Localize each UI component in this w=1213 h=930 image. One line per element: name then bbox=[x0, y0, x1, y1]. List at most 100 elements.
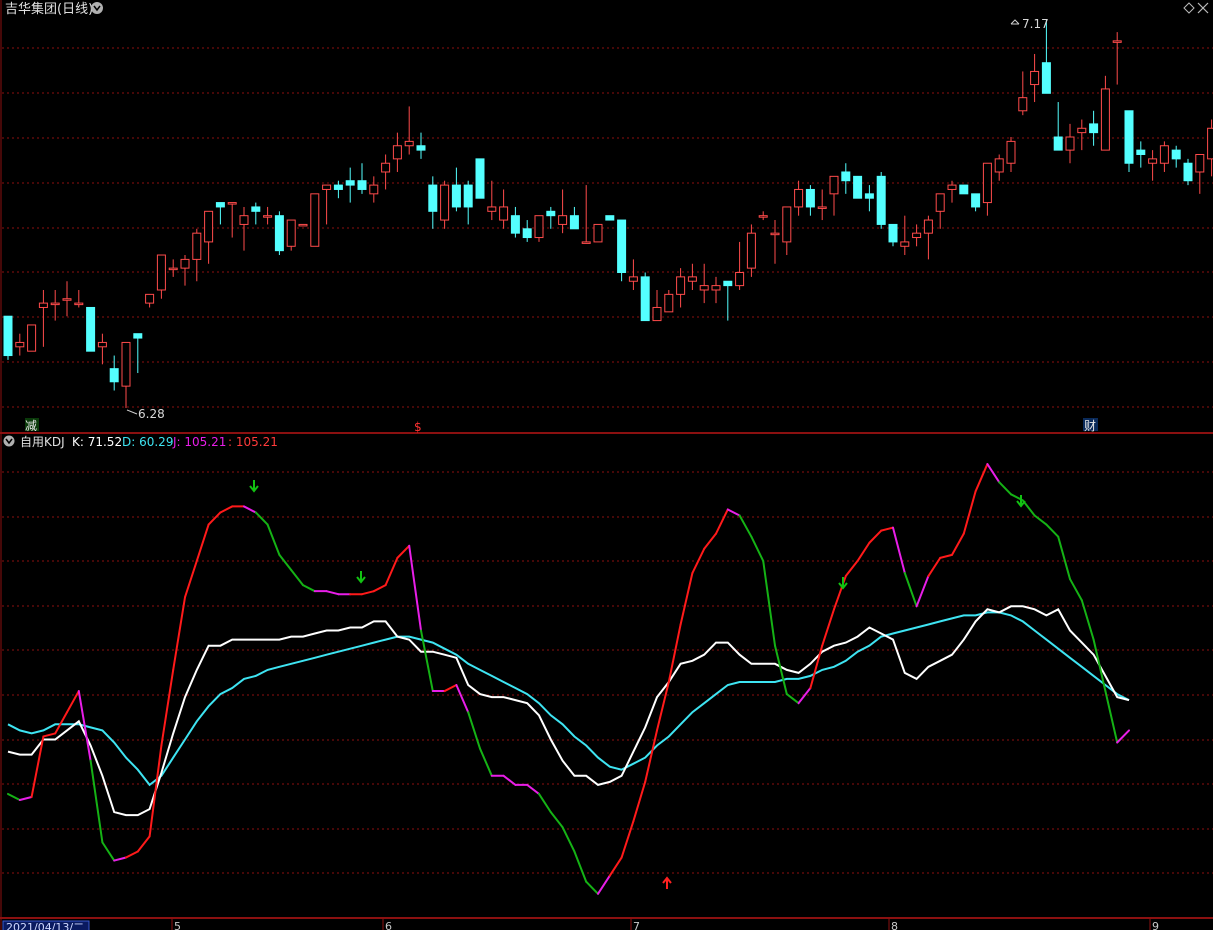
candle-body bbox=[971, 193, 981, 208]
candle-body bbox=[510, 215, 520, 234]
candle-body bbox=[86, 306, 96, 352]
candle-body bbox=[1159, 145, 1169, 164]
candle-body bbox=[735, 272, 745, 287]
candle-body bbox=[912, 232, 922, 239]
candle-body bbox=[794, 188, 804, 208]
candle-body bbox=[440, 184, 450, 221]
j-line-segment bbox=[18, 795, 33, 802]
j-line-segment bbox=[986, 463, 1001, 484]
month-ticks: 5 6 7 8 9 bbox=[171, 918, 1159, 930]
candle-body bbox=[676, 276, 686, 295]
candle-body bbox=[522, 228, 532, 239]
candle-body bbox=[27, 324, 37, 352]
j-line-segment bbox=[1092, 638, 1107, 693]
candle-body bbox=[62, 298, 72, 301]
candle-body bbox=[274, 215, 284, 252]
diamond-icon[interactable] bbox=[1183, 2, 1195, 14]
candle-body bbox=[652, 306, 662, 322]
j-line-segment bbox=[597, 874, 611, 895]
d-value-label: D: 60.29 bbox=[122, 435, 173, 449]
candle-body bbox=[841, 171, 851, 182]
candle-body bbox=[451, 184, 461, 208]
j-line-segment bbox=[549, 811, 564, 829]
candle-body bbox=[1065, 136, 1075, 151]
sell-arrow-2 bbox=[356, 571, 366, 584]
candle-body bbox=[15, 341, 25, 348]
candle-body bbox=[227, 202, 237, 205]
candle-body bbox=[888, 223, 898, 243]
candle-body bbox=[1077, 127, 1087, 134]
candle-body bbox=[381, 162, 391, 173]
extra-value-label: : 105.21 bbox=[228, 435, 278, 449]
j-line-segment bbox=[125, 850, 139, 859]
j-line-segment bbox=[903, 572, 918, 608]
j-line-segment bbox=[136, 835, 151, 853]
candle-body bbox=[251, 206, 261, 212]
j-line-segment bbox=[42, 732, 57, 738]
j-line-segment bbox=[620, 820, 635, 859]
title-dropdown-icon[interactable] bbox=[91, 2, 103, 14]
candle-body bbox=[357, 180, 367, 190]
high-pointer bbox=[1010, 19, 1020, 25]
j-line-segment bbox=[372, 584, 387, 593]
j-line-segment bbox=[679, 572, 694, 626]
candle-body bbox=[1053, 136, 1063, 151]
candle-body bbox=[215, 202, 225, 208]
j-line-segment bbox=[833, 575, 847, 611]
candle-body bbox=[239, 215, 249, 225]
high-price-annotation: 7.17 bbox=[1010, 17, 1049, 31]
j-line-segment bbox=[1116, 729, 1130, 744]
indicator-dropdown-icon[interactable] bbox=[3, 435, 15, 447]
j-line-segment bbox=[113, 856, 127, 862]
j-line-segment bbox=[608, 856, 623, 877]
candle-body bbox=[499, 206, 509, 221]
j-line-segment bbox=[762, 559, 776, 647]
candle-body bbox=[109, 368, 119, 383]
candle-body bbox=[593, 223, 603, 243]
candle-body bbox=[1195, 153, 1205, 173]
stock-chart-canvas: 7.17 6.28 减 $ 财 吉华集团(日线) 自用KDJ K: 71.52 … bbox=[0, 0, 1213, 930]
j-line-segment bbox=[750, 535, 765, 562]
buy-arrow-1 bbox=[662, 876, 672, 889]
j-line-segment bbox=[467, 711, 481, 750]
dollar-marker[interactable]: $ bbox=[414, 420, 422, 434]
candle-body bbox=[1136, 149, 1146, 155]
candle-body bbox=[133, 333, 143, 339]
j-line-segment bbox=[880, 526, 894, 532]
j-line-segment bbox=[420, 629, 434, 693]
candle-body bbox=[168, 267, 178, 271]
month-tick: 8 bbox=[891, 920, 898, 930]
candle-body bbox=[805, 188, 815, 208]
candle-body bbox=[876, 175, 886, 225]
j-line-segment bbox=[573, 850, 588, 883]
candle-body bbox=[1124, 110, 1134, 164]
candle-body bbox=[192, 232, 202, 260]
j-line-segment bbox=[726, 508, 741, 517]
j-line-segment bbox=[325, 590, 340, 596]
candle-body bbox=[1018, 97, 1028, 112]
j-line-segment bbox=[160, 668, 175, 747]
candle-body bbox=[145, 293, 155, 304]
month-tick: 5 bbox=[174, 920, 181, 930]
j-line-segment bbox=[443, 684, 458, 693]
j-line-segment bbox=[54, 711, 68, 735]
jian-marker[interactable]: 减 bbox=[25, 419, 37, 433]
j-line-segment bbox=[868, 529, 883, 544]
candle-body bbox=[1100, 88, 1110, 151]
candle-body bbox=[640, 276, 650, 322]
candlestick-series bbox=[3, 19, 1213, 408]
candle-body bbox=[758, 215, 768, 218]
j-line-segment bbox=[585, 880, 599, 895]
candle-body bbox=[1006, 140, 1016, 164]
candle-body bbox=[770, 232, 780, 236]
j-line-segment bbox=[290, 568, 304, 587]
candle-body bbox=[628, 276, 638, 282]
candle-body bbox=[204, 210, 214, 243]
candle-body bbox=[404, 140, 414, 147]
cai-marker[interactable]: 财 bbox=[1084, 419, 1096, 433]
candle-body bbox=[1171, 149, 1181, 160]
j-line-segment bbox=[1104, 690, 1119, 744]
grid-lines bbox=[2, 47, 1213, 874]
j-line-segment bbox=[526, 783, 540, 795]
close-icon[interactable] bbox=[1197, 2, 1209, 14]
